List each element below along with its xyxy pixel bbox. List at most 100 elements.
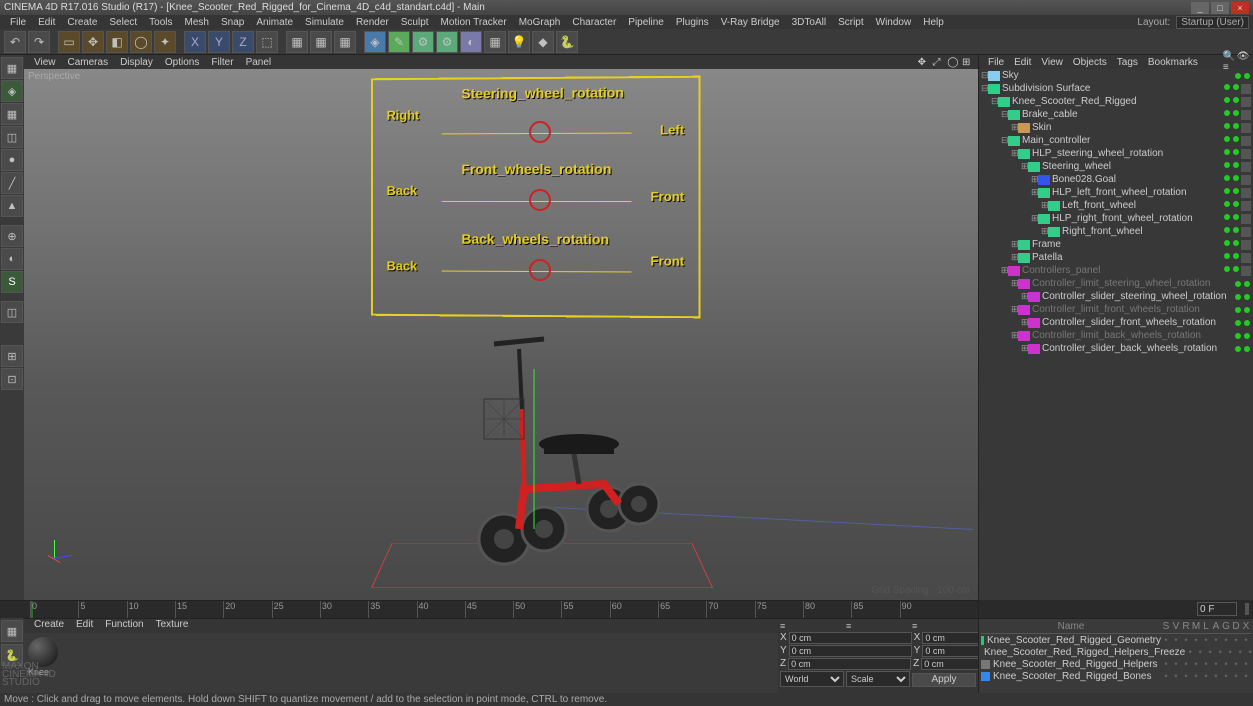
y-pos-field[interactable] bbox=[789, 645, 912, 657]
z-pos-field[interactable] bbox=[788, 658, 911, 670]
vp-zoom-icon[interactable]: ⤢ bbox=[926, 57, 938, 68]
tag-tool[interactable]: ◆ bbox=[532, 31, 554, 53]
expand-icon[interactable]: ⊟ bbox=[981, 70, 988, 81]
tree-row[interactable]: ⊞Controller_limit_steering_wheel_rotatio… bbox=[979, 277, 1253, 290]
tag-icon[interactable] bbox=[1241, 175, 1251, 185]
mm-menu-function[interactable]: Function bbox=[99, 619, 149, 633]
tag-icon[interactable] bbox=[1241, 201, 1251, 211]
layer-toggle[interactable]: • bbox=[1201, 635, 1211, 645]
layer-toggle[interactable]: • bbox=[1235, 647, 1245, 657]
layout-dropdown[interactable]: Startup (User) bbox=[1176, 16, 1249, 29]
expand-icon[interactable]: ⊞ bbox=[1021, 317, 1028, 328]
polygon-mode[interactable]: ▲ bbox=[1, 195, 23, 217]
tree-row[interactable]: ⊟Brake_cable bbox=[979, 108, 1253, 121]
menu-tools[interactable]: Tools bbox=[143, 17, 178, 28]
snap-toggle[interactable]: S bbox=[1, 271, 23, 293]
maximize-button[interactable]: □ bbox=[1211, 2, 1229, 14]
om-menu-file[interactable]: File bbox=[983, 57, 1009, 68]
layer-toggle[interactable]: • bbox=[1225, 647, 1235, 657]
redo-button[interactable]: ↷ bbox=[28, 31, 50, 53]
tree-row[interactable]: ⊞Controller_limit_back_wheels_rotation bbox=[979, 329, 1253, 342]
expand-icon[interactable]: ⊞ bbox=[1041, 200, 1048, 211]
vp-menu-cameras[interactable]: Cameras bbox=[62, 57, 115, 68]
expand-icon[interactable]: ⊞ bbox=[1031, 213, 1038, 224]
layer-row[interactable]: Knee_Scooter_Red_Rigged_Helpers_Freeze••… bbox=[981, 646, 1251, 658]
camera-tool[interactable]: ▦ bbox=[484, 31, 506, 53]
layer-toggle[interactable]: • bbox=[1191, 635, 1201, 645]
expand-icon[interactable]: ⊟ bbox=[1001, 135, 1008, 146]
layer-toggle[interactable]: • bbox=[1181, 659, 1191, 669]
undo-button[interactable]: ↶ bbox=[4, 31, 26, 53]
y-axis-lock[interactable]: Y bbox=[208, 31, 230, 53]
tag-icon[interactable] bbox=[1241, 84, 1251, 94]
tree-row[interactable]: ⊟Knee_Scooter_Red_Rigged bbox=[979, 95, 1253, 108]
tree-row[interactable]: ⊞Controller_limit_front_wheels_rotation bbox=[979, 303, 1253, 316]
layer-toggle[interactable]: • bbox=[1171, 659, 1181, 669]
expand-icon[interactable]: ⊞ bbox=[1011, 278, 1018, 289]
mm-menu-texture[interactable]: Texture bbox=[150, 619, 195, 633]
expand-icon[interactable]: ⊟ bbox=[981, 83, 988, 94]
light-tool[interactable]: 💡 bbox=[508, 31, 530, 53]
menu-snap[interactable]: Snap bbox=[215, 17, 250, 28]
tree-row[interactable]: ⊞Controller_slider_front_wheels_rotation bbox=[979, 316, 1253, 329]
coord-mode-1[interactable]: World bbox=[780, 671, 844, 687]
tree-row[interactable]: ⊟Main_controller bbox=[979, 134, 1253, 147]
tag-icon[interactable] bbox=[1241, 253, 1251, 263]
menu-3dtoall[interactable]: 3DToAll bbox=[786, 17, 832, 28]
expand-icon[interactable]: ⊞ bbox=[1031, 187, 1038, 198]
environment-tool[interactable]: ◐ bbox=[460, 31, 482, 53]
coord-mode-2[interactable]: Scale bbox=[846, 671, 910, 687]
script-tool[interactable]: 🐍 bbox=[556, 31, 578, 53]
layer-swatch[interactable] bbox=[981, 660, 990, 669]
controllers-panel-overlay[interactable]: Steering_wheel_rotation Right Left Front… bbox=[371, 76, 701, 319]
tag-icon[interactable] bbox=[1241, 149, 1251, 159]
mm-menu-edit[interactable]: Edit bbox=[70, 619, 99, 633]
tree-row[interactable]: ⊞HLP_right_front_wheel_rotation bbox=[979, 212, 1253, 225]
timeline-scroll[interactable] bbox=[1245, 603, 1249, 615]
expand-icon[interactable]: ⊞ bbox=[1011, 330, 1018, 341]
vp-menu-options[interactable]: Options bbox=[159, 57, 205, 68]
layer-toggle[interactable]: • bbox=[1211, 671, 1221, 681]
layer-toggle[interactable]: • bbox=[1245, 647, 1253, 657]
tag-icon[interactable] bbox=[1241, 188, 1251, 198]
workplane-tool[interactable]: ◫ bbox=[1, 301, 23, 323]
menu-select[interactable]: Select bbox=[103, 17, 143, 28]
layer-toggle[interactable]: • bbox=[1181, 635, 1191, 645]
menu-simulate[interactable]: Simulate bbox=[299, 17, 350, 28]
expand-icon[interactable]: ⊞ bbox=[1031, 174, 1038, 185]
expand-icon[interactable]: ⊞ bbox=[1011, 239, 1018, 250]
menu-animate[interactable]: Animate bbox=[250, 17, 299, 28]
expand-icon[interactable]: ⊞ bbox=[1021, 343, 1028, 354]
tag-icon[interactable] bbox=[1241, 97, 1251, 107]
locked-workplane[interactable]: ⊞ bbox=[1, 345, 23, 367]
point-mode[interactable]: ● bbox=[1, 149, 23, 171]
layer-toggle[interactable]: • bbox=[1241, 671, 1251, 681]
tag-icon[interactable] bbox=[1241, 227, 1251, 237]
layer-toggle[interactable]: • bbox=[1221, 671, 1231, 681]
tree-row[interactable]: ⊞Controllers_panel bbox=[979, 264, 1253, 277]
menu-plugins[interactable]: Plugins bbox=[670, 17, 715, 28]
layer-swatch[interactable] bbox=[981, 672, 990, 681]
tree-row[interactable]: ⊟Sky bbox=[979, 69, 1253, 82]
om-menu-edit[interactable]: Edit bbox=[1009, 57, 1036, 68]
menu-pipeline[interactable]: Pipeline bbox=[622, 17, 670, 28]
tree-row[interactable]: ⊞Controller_slider_steering_wheel_rotati… bbox=[979, 290, 1253, 303]
tag-icon[interactable] bbox=[1241, 136, 1251, 146]
vp-menu-panel[interactable]: Panel bbox=[240, 57, 278, 68]
om-menu-view[interactable]: View bbox=[1036, 57, 1068, 68]
close-button[interactable]: × bbox=[1231, 2, 1249, 14]
vp-menu-filter[interactable]: Filter bbox=[205, 57, 239, 68]
edge-mode[interactable]: ╱ bbox=[1, 172, 23, 194]
deformer-tool[interactable]: ⚙ bbox=[436, 31, 458, 53]
z-axis-lock[interactable]: Z bbox=[232, 31, 254, 53]
timeline-ruler[interactable]: 051015202530354045505560657075808590 bbox=[0, 600, 978, 618]
tree-row[interactable]: ⊞Frame bbox=[979, 238, 1253, 251]
vp-nav-icon[interactable]: ✥ bbox=[912, 57, 924, 68]
layer-toggle[interactable]: • bbox=[1211, 659, 1221, 669]
tree-row[interactable]: ⊞HLP_left_front_wheel_rotation bbox=[979, 186, 1253, 199]
om-menu-objects[interactable]: Objects bbox=[1068, 57, 1112, 68]
object-tree[interactable]: ⊟Sky⊟Subdivision Surface⊟Knee_Scooter_Re… bbox=[979, 69, 1253, 600]
minimize-button[interactable]: _ bbox=[1191, 2, 1209, 14]
layer-row[interactable]: Knee_Scooter_Red_Rigged_Bones••••••••• bbox=[981, 670, 1251, 682]
select-tool[interactable]: ▭ bbox=[58, 31, 80, 53]
